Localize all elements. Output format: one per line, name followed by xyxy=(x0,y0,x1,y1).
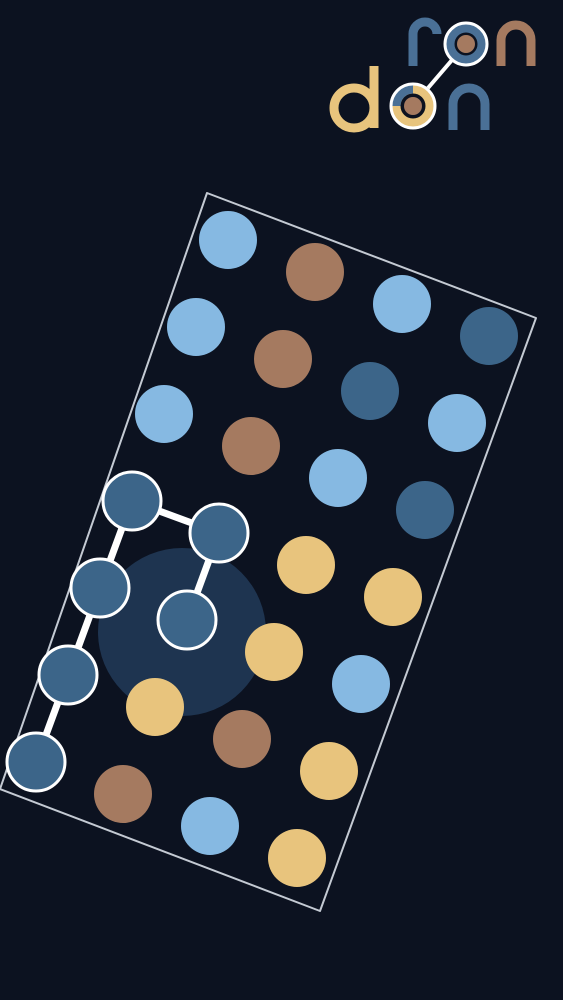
dot-brown-r5-c2[interactable] xyxy=(213,710,271,768)
dot-dark-blue-r4-c0[interactable] xyxy=(69,557,131,619)
logo-letter-o-top-core xyxy=(457,35,475,53)
dot-brown-r6-c1[interactable] xyxy=(94,765,152,823)
dot-brown-r2-c1[interactable] xyxy=(222,417,280,475)
dot-light-blue-r6-c2[interactable] xyxy=(181,797,239,855)
dot-dark-blue-r6-c0[interactable] xyxy=(5,731,67,793)
dot-yellow-r5-c1[interactable] xyxy=(126,678,184,736)
dot-dark-blue-r0-c3[interactable] xyxy=(460,307,518,365)
dot-brown-r1-c1[interactable] xyxy=(254,330,312,388)
dot-yellow-r3-c2[interactable] xyxy=(277,536,335,594)
dot-brown-r0-c1[interactable] xyxy=(286,243,344,301)
dot-light-blue-r2-c0[interactable] xyxy=(135,385,193,443)
dot-dark-blue-r3-c0[interactable] xyxy=(101,470,163,532)
dot-yellow-r4-c2[interactable] xyxy=(245,623,303,681)
dot-dark-blue-r3-c1[interactable] xyxy=(188,502,250,564)
dot-light-blue-r4-c3[interactable] xyxy=(332,655,390,713)
dot-dark-blue-r1-c2[interactable] xyxy=(341,362,399,420)
dot-dark-blue-r2-c3[interactable] xyxy=(396,481,454,539)
dot-yellow-r6-c3[interactable] xyxy=(268,829,326,887)
dot-yellow-r3-c3[interactable] xyxy=(364,568,422,626)
dot-light-blue-r1-c3[interactable] xyxy=(428,394,486,452)
dot-light-blue-r0-c2[interactable] xyxy=(373,275,431,333)
dot-dark-blue-r5-c0[interactable] xyxy=(37,644,99,706)
logo-letter-o-bottom-core xyxy=(404,97,422,115)
dot-yellow-r5-c3[interactable] xyxy=(300,742,358,800)
dot-light-blue-r2-c2[interactable] xyxy=(309,449,367,507)
dot-dark-blue-r4-c1[interactable] xyxy=(156,589,218,651)
dot-light-blue-r1-c0[interactable] xyxy=(167,298,225,356)
game-screen xyxy=(0,0,563,1000)
dot-light-blue-r0-c0[interactable] xyxy=(199,211,257,269)
